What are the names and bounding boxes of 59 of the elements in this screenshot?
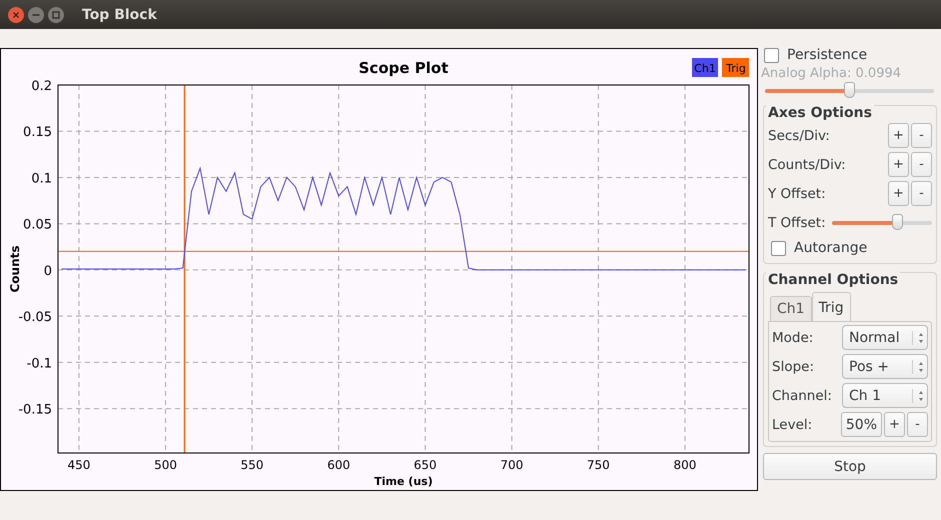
x-axis-label: Time (us): [374, 475, 433, 488]
window-title: Top Block: [82, 6, 157, 22]
y-axis-label: Counts: [8, 246, 22, 292]
checkbox[interactable]: [764, 48, 779, 62]
slider-thumb[interactable]: [844, 82, 854, 98]
value-button[interactable]: 50%: [840, 412, 882, 437]
x-tick-label: 500: [154, 458, 177, 472]
x-tick-label: 700: [500, 458, 524, 472]
close-icon[interactable]: [8, 6, 24, 22]
stop-button[interactable]: Stop: [763, 453, 937, 480]
chart-title: Scope Plot: [358, 59, 448, 77]
field-label: T Offset:: [768, 214, 826, 230]
y-tick-label: -0.15: [18, 402, 52, 418]
x-tick-label: 600: [327, 458, 350, 472]
field-label: Channel:: [772, 388, 833, 404]
x-tick-label: 750: [586, 458, 610, 472]
x-tick-label: 650: [414, 458, 437, 472]
y-tick-label: 0.1: [31, 171, 52, 186]
y-tick-label: 0: [44, 264, 52, 279]
group-title: Channel Options: [766, 272, 900, 288]
minus-button[interactable]: -: [911, 181, 932, 206]
field-label: Y Offset:: [768, 186, 827, 202]
y-tick-label: 0.05: [23, 218, 52, 233]
y-tick-label: 0.15: [23, 125, 52, 140]
plus-button[interactable]: +: [888, 152, 909, 177]
field-label: Slope:: [772, 358, 816, 374]
spin-combo[interactable]: Pos +: [842, 354, 928, 379]
x-tick-label: 800: [673, 458, 696, 472]
spin-combo[interactable]: Normal: [842, 325, 928, 350]
y-tick-label: 0.2: [31, 79, 52, 94]
checkbox-label: Persistence: [787, 47, 868, 63]
legend-item: Ch1: [692, 58, 718, 77]
minus-button[interactable]: -: [907, 412, 928, 437]
y-tick-label: -0.1: [26, 356, 52, 372]
minimize-icon[interactable]: [28, 6, 44, 22]
x-tick-label: 450: [68, 458, 90, 472]
tab[interactable]: Ch1: [770, 296, 812, 321]
plus-button[interactable]: +: [888, 181, 909, 206]
spin-combo[interactable]: Ch 1: [842, 383, 928, 408]
slider[interactable]: [765, 81, 934, 101]
slider[interactable]: [832, 212, 932, 232]
field-label: Mode:: [772, 330, 814, 346]
alpha-label: Analog Alpha: 0.0994: [761, 66, 902, 81]
y-tick-label: -0.05: [18, 310, 52, 326]
checkbox-label: Autorange: [794, 240, 868, 256]
minus-button[interactable]: -: [911, 123, 932, 148]
field-label: Level:: [772, 416, 814, 432]
field-label: Counts/Div:: [768, 156, 847, 172]
group-title: Axes Options: [766, 105, 874, 121]
plus-button[interactable]: +: [884, 412, 905, 437]
minus-button[interactable]: -: [911, 152, 932, 177]
checkbox[interactable]: [771, 240, 786, 256]
plus-button[interactable]: +: [888, 123, 909, 148]
tab[interactable]: Trig: [812, 292, 851, 321]
field-label: Secs/Div:: [768, 128, 831, 144]
maximize-icon[interactable]: [48, 6, 64, 22]
slider-thumb[interactable]: [892, 214, 903, 230]
legend-item: Trig: [722, 58, 749, 77]
x-tick-label: 550: [240, 458, 264, 472]
